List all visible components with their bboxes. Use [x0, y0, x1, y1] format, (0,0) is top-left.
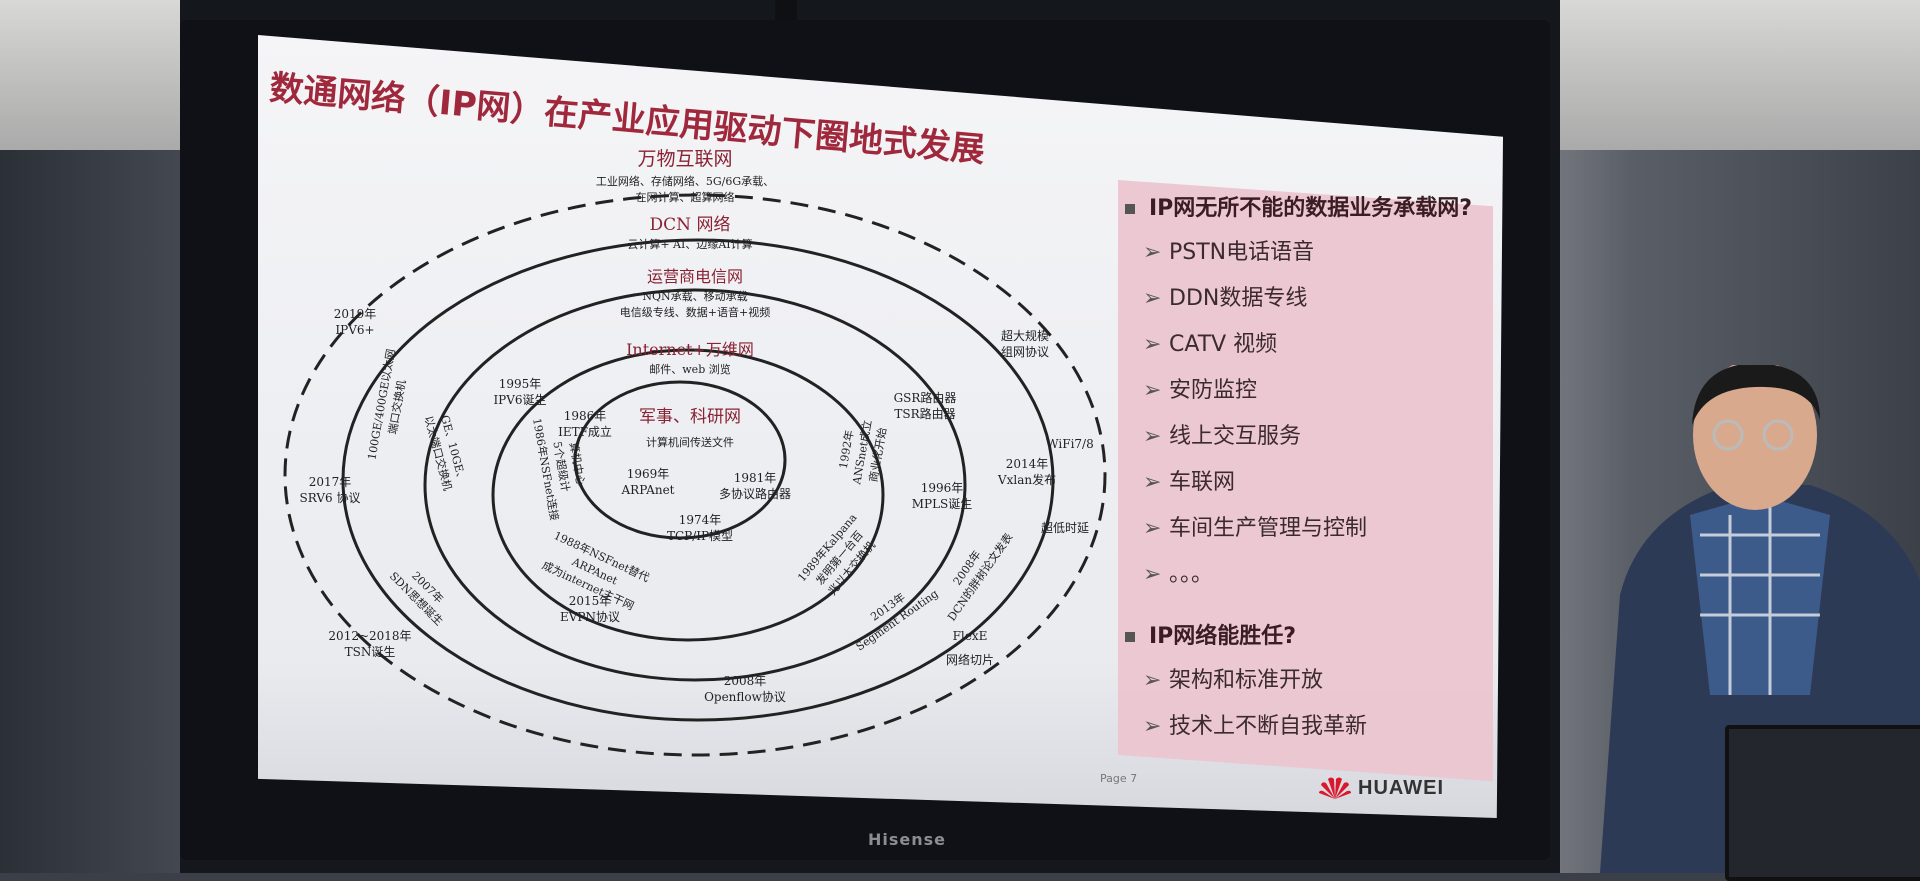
event-gsr: GSR路由器	[894, 390, 957, 405]
arrow-bullet-icon: ➢	[1143, 378, 1162, 403]
question-1: IP网无所不能的数据业务承载网?	[1125, 190, 1485, 222]
huawei-logo: HUAWEI	[1318, 775, 1444, 801]
event-2019-label: IPV6+	[335, 323, 374, 337]
event-1995-year: 1995年	[499, 377, 542, 391]
page-number: Page 7	[1100, 772, 1138, 785]
ring3-line1: NQN承载、移动承载	[642, 290, 747, 303]
event-1969-label: ARPAnet	[621, 483, 675, 497]
arrow-bullet-icon: ➢	[1143, 562, 1162, 587]
list-item-text: 技术上不断自我革新	[1169, 714, 1368, 739]
podium-monitor	[1725, 725, 1920, 881]
arrow-bullet-icon: ➢	[1143, 332, 1162, 357]
ring2-line1: 云计算+ AI、边缘AI计算	[627, 237, 752, 251]
event-2008-openflow-year: 2008年	[724, 674, 767, 688]
arrow-bullet-icon: ➢	[1143, 714, 1162, 739]
event-1981-label: 多协议路由器	[719, 486, 791, 501]
list-item-text: CATV 视频	[1169, 332, 1278, 357]
list-item-text: DDN数据专线	[1169, 286, 1308, 311]
ring1-title: 万物互联网	[637, 148, 732, 170]
event-wifi: WiFi7/8	[1046, 437, 1093, 451]
arrow-bullet-icon: ➢	[1143, 516, 1162, 541]
event-slicing: 网络切片	[946, 652, 994, 667]
event-flexe: FlexE	[953, 629, 988, 643]
list-item: ➢ 线上交互服务	[1143, 418, 1485, 450]
list-item: ➢ 。。。	[1143, 556, 1485, 588]
list-item: ➢ 架构和标准开放	[1143, 662, 1485, 694]
ring5-title: 军事、科研网	[639, 407, 741, 427]
list-2: ➢ 架构和标准开放 ➢ 技术上不断自我革新	[1125, 662, 1485, 740]
logo-text: HUAWEI	[1358, 776, 1444, 799]
event-lowlatency: 超低时延	[1041, 520, 1089, 535]
list-item: ➢ 车间生产管理与控制	[1143, 510, 1485, 542]
question-2: IP网络能胜任?	[1125, 618, 1485, 650]
event-2017-year: 2017年	[309, 475, 352, 489]
event-2014-year: 2014年	[1006, 457, 1049, 471]
square-bullet-icon	[1125, 632, 1135, 642]
right-panel: IP网无所不能的数据业务承载网? ➢ PSTN电话语音 ➢ DDN数据专线 ➢ CAT…	[1125, 190, 1485, 754]
arrow-bullet-icon: ➢	[1143, 240, 1162, 265]
event-1995-label: IPV6诞生	[493, 393, 546, 407]
list-item-text: 车间生产管理与控制	[1169, 516, 1368, 541]
event-bigscale-2: 组网协议	[1001, 344, 1049, 359]
list-item-text: 。。。	[1169, 562, 1214, 587]
list-item-text: 车联网	[1169, 470, 1236, 495]
event-2014-label: Vxlan发布	[997, 472, 1056, 487]
ring-diagram: 万物互联网 工业网络、存储网络、5G/6G承载、 在网计算、超算网络 DCN 网…	[283, 148, 1107, 757]
flower-logo-icon	[1319, 777, 1351, 799]
list-item: ➢ DDN数据专线	[1143, 280, 1485, 312]
event-2008-openflow-label: Openflow协议	[704, 689, 786, 704]
arrow-bullet-icon: ➢	[1143, 286, 1162, 311]
event-2012-year: 2012~2018年	[328, 629, 411, 643]
question-2-text: IP网络能胜任?	[1149, 624, 1297, 649]
list-item-text: 架构和标准开放	[1169, 668, 1324, 693]
list-item-text: 安防监控	[1169, 378, 1258, 403]
ring4-title: Internet+万维网	[626, 340, 754, 359]
square-bullet-icon	[1125, 204, 1135, 214]
event-1996-label: MPLS诞生	[912, 497, 973, 511]
event-1981-year: 1981年	[734, 471, 777, 485]
event-1969-year: 1969年	[627, 467, 670, 481]
event-2017-label: SRV6 协议	[300, 490, 361, 505]
ring1-line2: 在网计算、超算网络	[636, 190, 735, 204]
ring3-title: 运营商电信网	[647, 267, 743, 286]
event-tsr: TSR路由器	[894, 406, 955, 421]
event-1986-label: IETF成立	[558, 424, 612, 439]
ring1-line1: 工业网络、存储网络、5G/6G承载、	[596, 174, 774, 188]
ring5-line1: 计算机间传送文件	[646, 435, 734, 449]
question-1-text: IP网无所不能的数据业务承载网?	[1149, 196, 1473, 221]
event-2015-label: EVPN协议	[560, 609, 620, 624]
list-1: ➢ PSTN电话语音 ➢ DDN数据专线 ➢ CATV 视频 ➢ 安防监控 ➢ 线上交互服…	[1125, 234, 1485, 588]
event-2019-year: 2019年	[334, 307, 377, 321]
arrow-bullet-icon: ➢	[1143, 668, 1162, 693]
list-item: ➢ 车联网	[1143, 464, 1485, 496]
tv-brand: Hisense	[868, 830, 947, 849]
event-1974-label: TCP/IP模型	[667, 529, 733, 543]
event-1974-year: 1974年	[679, 513, 722, 527]
list-item-text: 线上交互服务	[1169, 424, 1302, 449]
list-item: ➢ PSTN电话语音	[1143, 234, 1485, 266]
list-item: ➢ CATV 视频	[1143, 326, 1485, 358]
event-2012-label: TSN诞生	[345, 645, 396, 659]
ring3-line2: 电信级专线、数据+语音+视频	[620, 305, 770, 319]
list-item: ➢ 安防监控	[1143, 372, 1485, 404]
arrow-bullet-icon: ➢	[1143, 424, 1162, 449]
list-item-text: PSTN电话语音	[1169, 240, 1315, 265]
event-bigscale-1: 超大规模	[1001, 328, 1049, 343]
ring2-title: DCN 网络	[650, 215, 731, 235]
ring4-line1: 邮件、web 浏览	[649, 362, 730, 376]
event-1986-year: 1986年	[564, 409, 607, 423]
list-item: ➢ 技术上不断自我革新	[1143, 708, 1485, 740]
event-1996-year: 1996年	[921, 481, 964, 495]
arrow-bullet-icon: ➢	[1143, 470, 1162, 495]
